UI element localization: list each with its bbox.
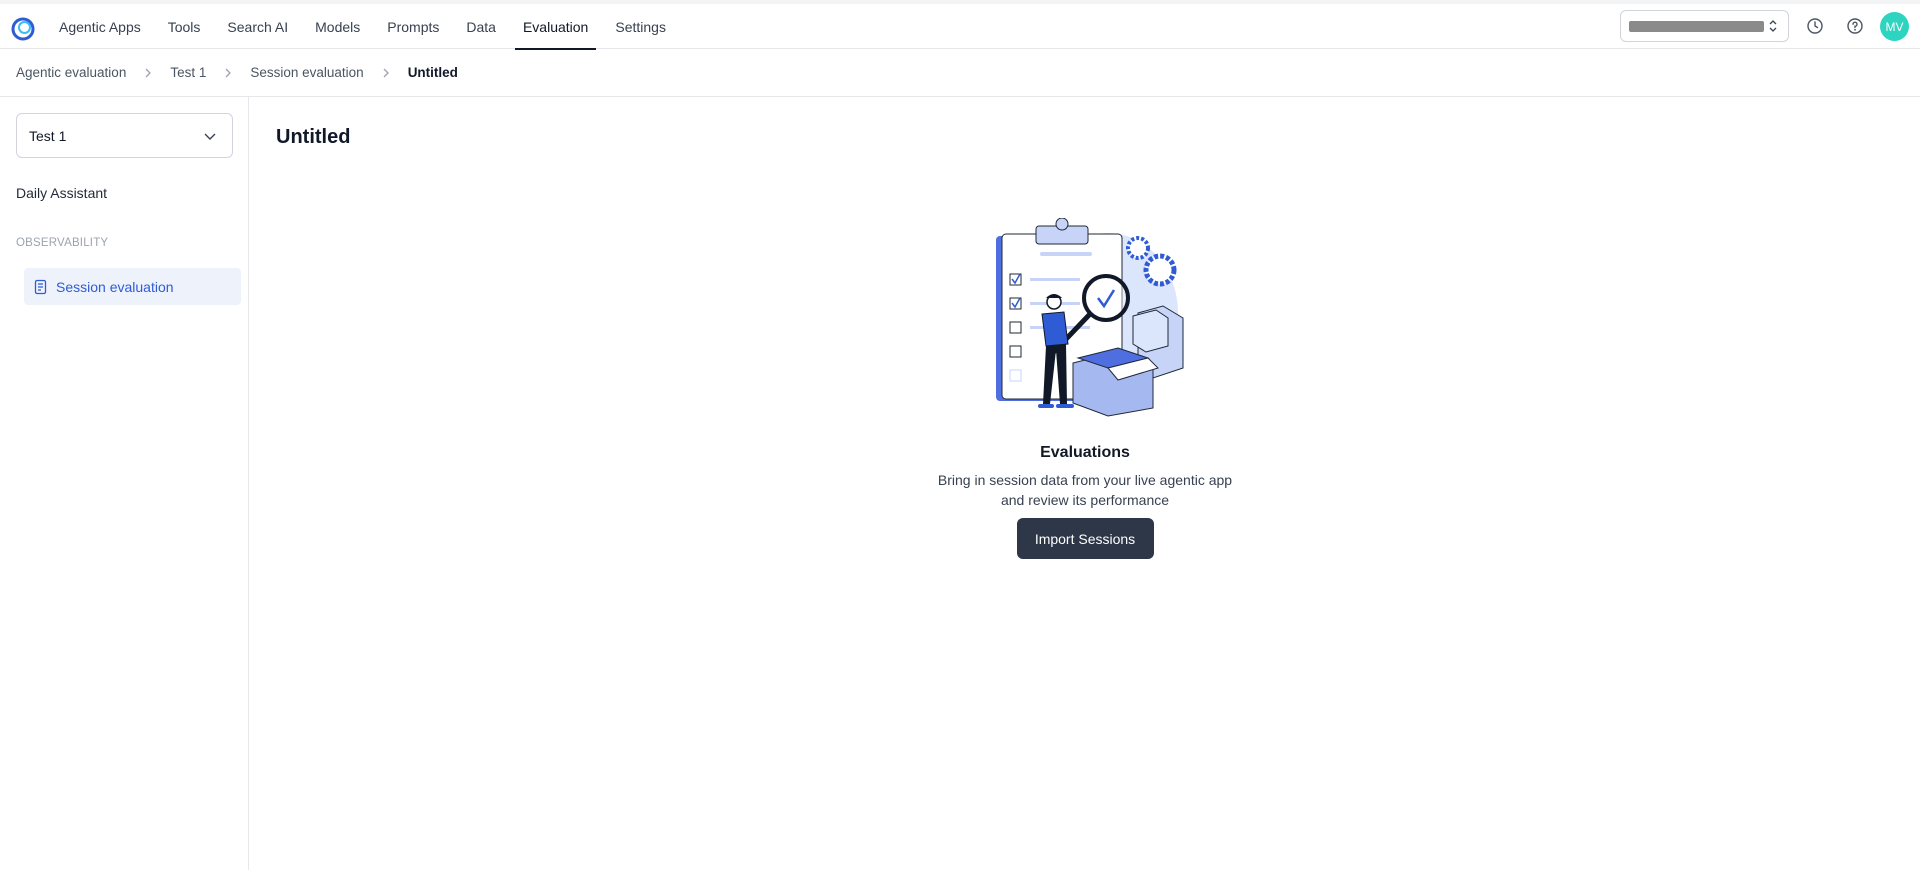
- empty-state-title: Evaluations: [1040, 444, 1130, 461]
- empty-state-description-line-2: and review its performance: [1000, 492, 1170, 508]
- workspace-name-redacted: [1629, 20, 1764, 32]
- empty-state-description: Bring in session data from your live age…: [900, 470, 1270, 510]
- breadcrumb-test-1[interactable]: Test 1: [170, 65, 206, 80]
- nav-data[interactable]: Data: [458, 4, 504, 49]
- empty-state-description-line-1: Bring in session data from your live age…: [937, 472, 1233, 488]
- history-icon[interactable]: [1806, 17, 1824, 35]
- chevron-up-down-icon: [1769, 20, 1777, 32]
- evaluation-illustration: [996, 218, 1184, 417]
- app-name: Daily Assistant: [16, 185, 108, 201]
- chevron-right-icon: [383, 68, 389, 77]
- app-logo-icon[interactable]: [11, 17, 35, 41]
- sidebar-item-session-evaluation[interactable]: Session evaluation: [24, 268, 241, 305]
- user-avatar[interactable]: MV: [1880, 12, 1909, 41]
- top-nav: Agentic Apps Tools Search AI Models Prom…: [0, 0, 1920, 50]
- chevron-down-icon: [204, 133, 216, 140]
- nav-tools[interactable]: Tools: [160, 4, 209, 49]
- import-sessions-button[interactable]: Import Sessions: [1016, 518, 1154, 559]
- nav-prompts[interactable]: Prompts: [379, 4, 447, 49]
- breadcrumb-current: Untitled: [407, 65, 458, 80]
- chevron-right-icon: [225, 68, 232, 77]
- workspace-select[interactable]: [1620, 10, 1789, 42]
- breadcrumb-agentic-evaluation[interactable]: Agentic evaluation: [16, 65, 126, 80]
- project-select-value: Test 1: [29, 127, 67, 144]
- breadcrumb: Agentic evaluation Test 1 Session evalua…: [0, 49, 1920, 97]
- sidebar-item-label: Session evaluation: [56, 278, 174, 295]
- nav-models[interactable]: Models: [307, 4, 368, 49]
- help-icon[interactable]: [1846, 17, 1864, 35]
- nav-search-ai[interactable]: Search AI: [219, 4, 296, 49]
- empty-state: Evaluations Bring in session data from y…: [900, 218, 1270, 559]
- nav-menu: Agentic Apps Tools Search AI Models Prom…: [51, 4, 685, 50]
- nav-evaluation[interactable]: Evaluation: [514, 4, 597, 50]
- sidebar: Test 1 Daily Assistant OBSERVABILITY Ses…: [0, 97, 249, 870]
- section-label-observability: OBSERVABILITY: [16, 237, 109, 249]
- nav-agentic-apps[interactable]: Agentic Apps: [51, 4, 149, 49]
- chevron-right-icon: [145, 68, 152, 77]
- page-title: Untitled: [276, 126, 351, 148]
- project-select[interactable]: Test 1: [16, 113, 233, 158]
- document-icon: [34, 279, 47, 294]
- nav-settings[interactable]: Settings: [607, 4, 674, 49]
- breadcrumb-session-evaluation[interactable]: Session evaluation: [250, 65, 363, 80]
